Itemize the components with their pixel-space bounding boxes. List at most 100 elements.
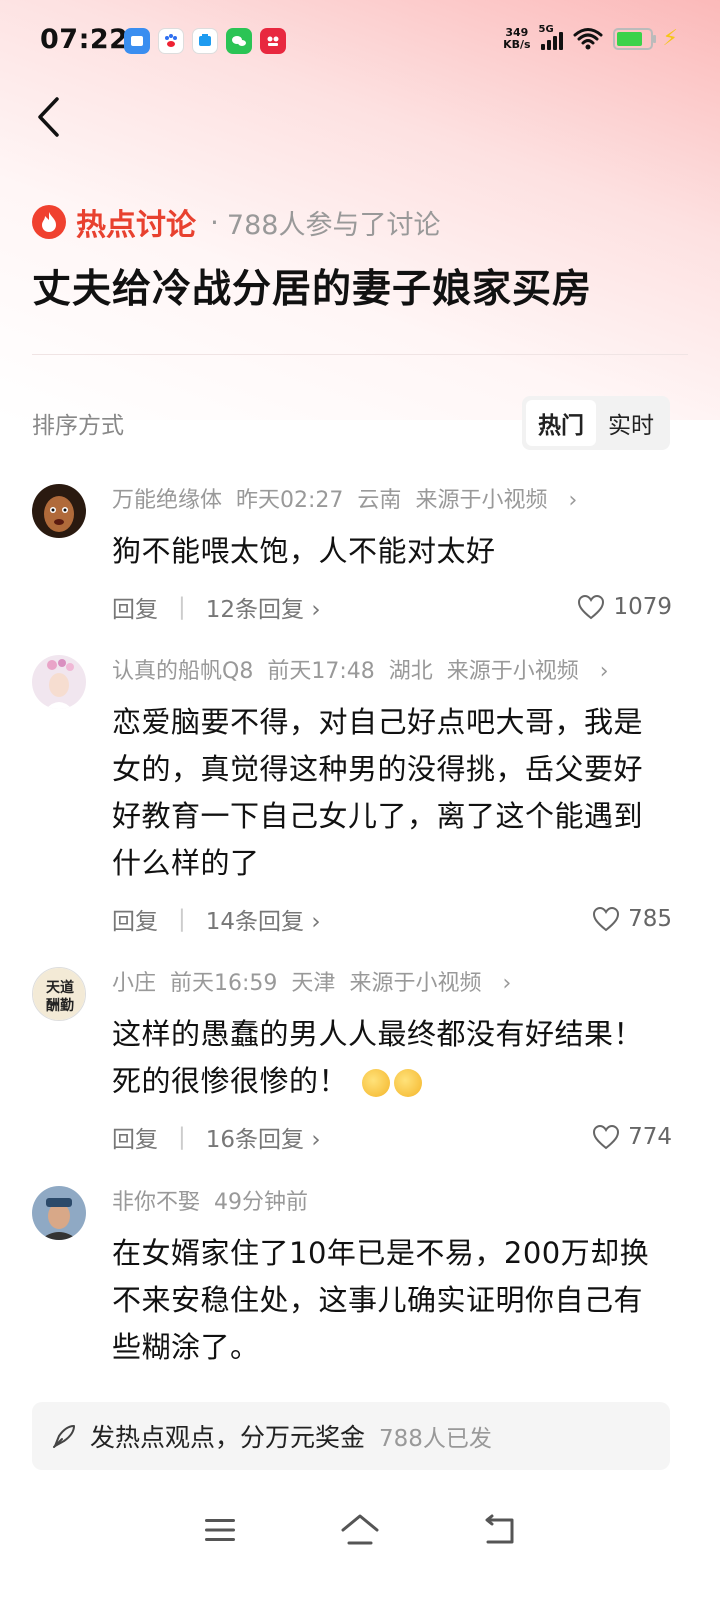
thinking-emoji-icon bbox=[361, 1069, 390, 1097]
heart-icon bbox=[578, 594, 605, 620]
reply-count: 16条回复 bbox=[205, 1127, 305, 1153]
avatar[interactable]: 天道 酬勤 bbox=[32, 967, 86, 1021]
comment-user[interactable]: 非你不娶 bbox=[112, 1190, 200, 1215]
comment-text: 恋爱脑要不得，对自己好点吧大哥，我是女的，真觉得这种男的没得挑，岳父要好好教育一… bbox=[112, 705, 644, 880]
like-count: 1079 bbox=[613, 594, 672, 620]
sort-option-hot[interactable]: 热门 bbox=[526, 400, 596, 446]
action-divider: | bbox=[178, 1124, 186, 1150]
comment-time: 昨天02:27 bbox=[236, 488, 344, 513]
comment-source-label: 来源于小视频 bbox=[349, 971, 482, 996]
tag-separator: · bbox=[210, 205, 219, 239]
net-speed: 349 KB/s bbox=[503, 25, 531, 51]
action-divider: | bbox=[178, 906, 186, 932]
view-replies-button[interactable]: 12条回复 › bbox=[206, 590, 321, 624]
avatar[interactable] bbox=[32, 484, 86, 538]
page-title: 丈夫给冷战分居的妻子娘家买房 bbox=[32, 267, 593, 312]
sort-row: 排序方式 热门 实时 bbox=[32, 396, 670, 450]
thinking-emoji-icon bbox=[393, 1069, 422, 1097]
comment-meta: 非你不娶 49分钟前 bbox=[112, 1186, 672, 1220]
comment-location: 天津 bbox=[291, 971, 336, 996]
comment-source-label: 来源于小视频 bbox=[446, 659, 579, 684]
action-divider: | bbox=[178, 594, 186, 620]
view-replies-button[interactable]: 16条回复 › bbox=[206, 1120, 321, 1154]
comment-source[interactable]: 来源于小视频 › bbox=[447, 659, 623, 684]
comment-actions: 回复 | 14条回复 › 785 bbox=[112, 901, 672, 937]
chevron-right-icon: › bbox=[568, 488, 578, 513]
wifi-icon bbox=[573, 27, 603, 49]
topic-tag-row: 热点讨论 · 788人参与了讨论 bbox=[32, 200, 440, 244]
comment-time: 49分钟前 bbox=[214, 1190, 309, 1215]
chevron-right-icon: › bbox=[311, 1127, 321, 1153]
comment-meta: 认真的船帆Q8 前天17:48 湖北 来源于小视频 › bbox=[112, 655, 672, 689]
comment-source[interactable]: 来源于小视频 › bbox=[349, 971, 525, 996]
chevron-right-icon: › bbox=[311, 909, 321, 935]
avatar[interactable] bbox=[32, 655, 86, 709]
menu-button[interactable] bbox=[190, 1505, 250, 1555]
avatar[interactable] bbox=[32, 1186, 86, 1240]
chevron-right-icon: › bbox=[502, 971, 512, 996]
pen-icon bbox=[53, 1425, 75, 1448]
post-count: 788人已发 bbox=[379, 1426, 492, 1452]
network-type: 5G bbox=[538, 23, 554, 35]
reply-count: 14条回复 bbox=[205, 909, 305, 935]
view-replies-button[interactable]: 14条回复 › bbox=[206, 902, 321, 936]
comment-source-label: 来源于小视频 bbox=[415, 488, 548, 513]
comment-user[interactable]: 小庄 bbox=[112, 971, 156, 996]
home-icon bbox=[341, 1514, 379, 1545]
message-app-icon bbox=[192, 28, 218, 54]
sort-toggle: 热门 实时 bbox=[522, 396, 670, 450]
participant-count: 788人参与了讨论 bbox=[226, 209, 441, 241]
comment-time: 前天16:59 bbox=[170, 971, 278, 996]
menu-icon bbox=[205, 1519, 235, 1541]
comment-actions: 回复 | 16条回复 › 774 bbox=[112, 1119, 672, 1155]
sort-label: 排序方式 bbox=[32, 413, 124, 439]
sort-option-latest[interactable]: 实时 bbox=[596, 400, 666, 446]
charging-icon: ⚡ bbox=[662, 26, 678, 51]
comment-time: 前天17:48 bbox=[267, 659, 375, 684]
heart-icon bbox=[593, 906, 620, 932]
net-speed-unit: KB/s bbox=[503, 37, 531, 51]
comment-meta: 万能绝缘体 昨天02:27 云南 来源于小视频 › bbox=[112, 484, 672, 518]
status-time: 07:22 bbox=[40, 24, 129, 55]
back-arrow-icon bbox=[38, 97, 59, 137]
reply-button[interactable]: 回复 bbox=[112, 590, 158, 624]
wechat-app-icon bbox=[226, 28, 252, 54]
svg-text:酬勤: 酬勤 bbox=[46, 997, 74, 1014]
net-speed-value: 349 bbox=[505, 25, 529, 39]
home-button[interactable] bbox=[330, 1505, 390, 1555]
header-divider bbox=[32, 354, 688, 355]
back-nav-icon bbox=[485, 1514, 514, 1544]
reply-button[interactable]: 回复 bbox=[112, 1120, 158, 1154]
back-nav-button[interactable] bbox=[470, 1505, 530, 1555]
post-opinion-label: 发热点观点，分万元奖金 bbox=[90, 1423, 366, 1452]
svg-text:天道: 天道 bbox=[46, 979, 74, 996]
like-button[interactable]: 1079 bbox=[577, 589, 672, 625]
comment-user[interactable]: 认真的船帆Q8 bbox=[112, 659, 253, 684]
post-opinion-bar[interactable]: 发热点观点，分万元奖金 788人已发 bbox=[32, 1402, 670, 1470]
like-count: 774 bbox=[628, 1124, 672, 1150]
heart-icon bbox=[593, 1124, 620, 1150]
comment-meta: 小庄 前天16:59 天津 来源于小视频 › bbox=[112, 967, 672, 1001]
fire-icon bbox=[32, 205, 66, 239]
like-button[interactable]: 785 bbox=[592, 901, 672, 937]
comment-location: 湖北 bbox=[388, 659, 433, 684]
system-nav-bar bbox=[0, 1490, 720, 1570]
comment-actions: 回复 | 12条回复 › 1079 bbox=[112, 589, 672, 625]
red-app-icon bbox=[260, 28, 286, 54]
comment-source[interactable]: 来源于小视频 › bbox=[415, 488, 591, 513]
like-button[interactable]: 774 bbox=[592, 1119, 672, 1155]
baidu-app-icon bbox=[158, 28, 184, 54]
comment-text: 狗不能喂太饱，人不能对太好 bbox=[112, 534, 496, 568]
chevron-right-icon: › bbox=[311, 597, 321, 623]
battery-icon bbox=[612, 27, 656, 50]
note-app-icon bbox=[124, 28, 150, 54]
cell-signal-icon: 5G bbox=[539, 24, 563, 50]
comment-user[interactable]: 万能绝缘体 bbox=[112, 488, 222, 513]
reply-count: 12条回复 bbox=[205, 597, 305, 623]
comment-text: 在女婿家住了10年已是不易，200万却换不来安稳住处，这事儿确实证明你自己有些糊… bbox=[112, 1236, 650, 1364]
back-button[interactable] bbox=[28, 92, 68, 142]
status-indicators: 349 KB/s 5G ⚡ bbox=[503, 24, 678, 52]
comment-text: 这样的愚蠢的男人人最终都没有好结果！死的很惨很惨的！ bbox=[112, 1011, 672, 1105]
reply-button[interactable]: 回复 bbox=[112, 902, 158, 936]
like-count: 785 bbox=[628, 906, 672, 932]
